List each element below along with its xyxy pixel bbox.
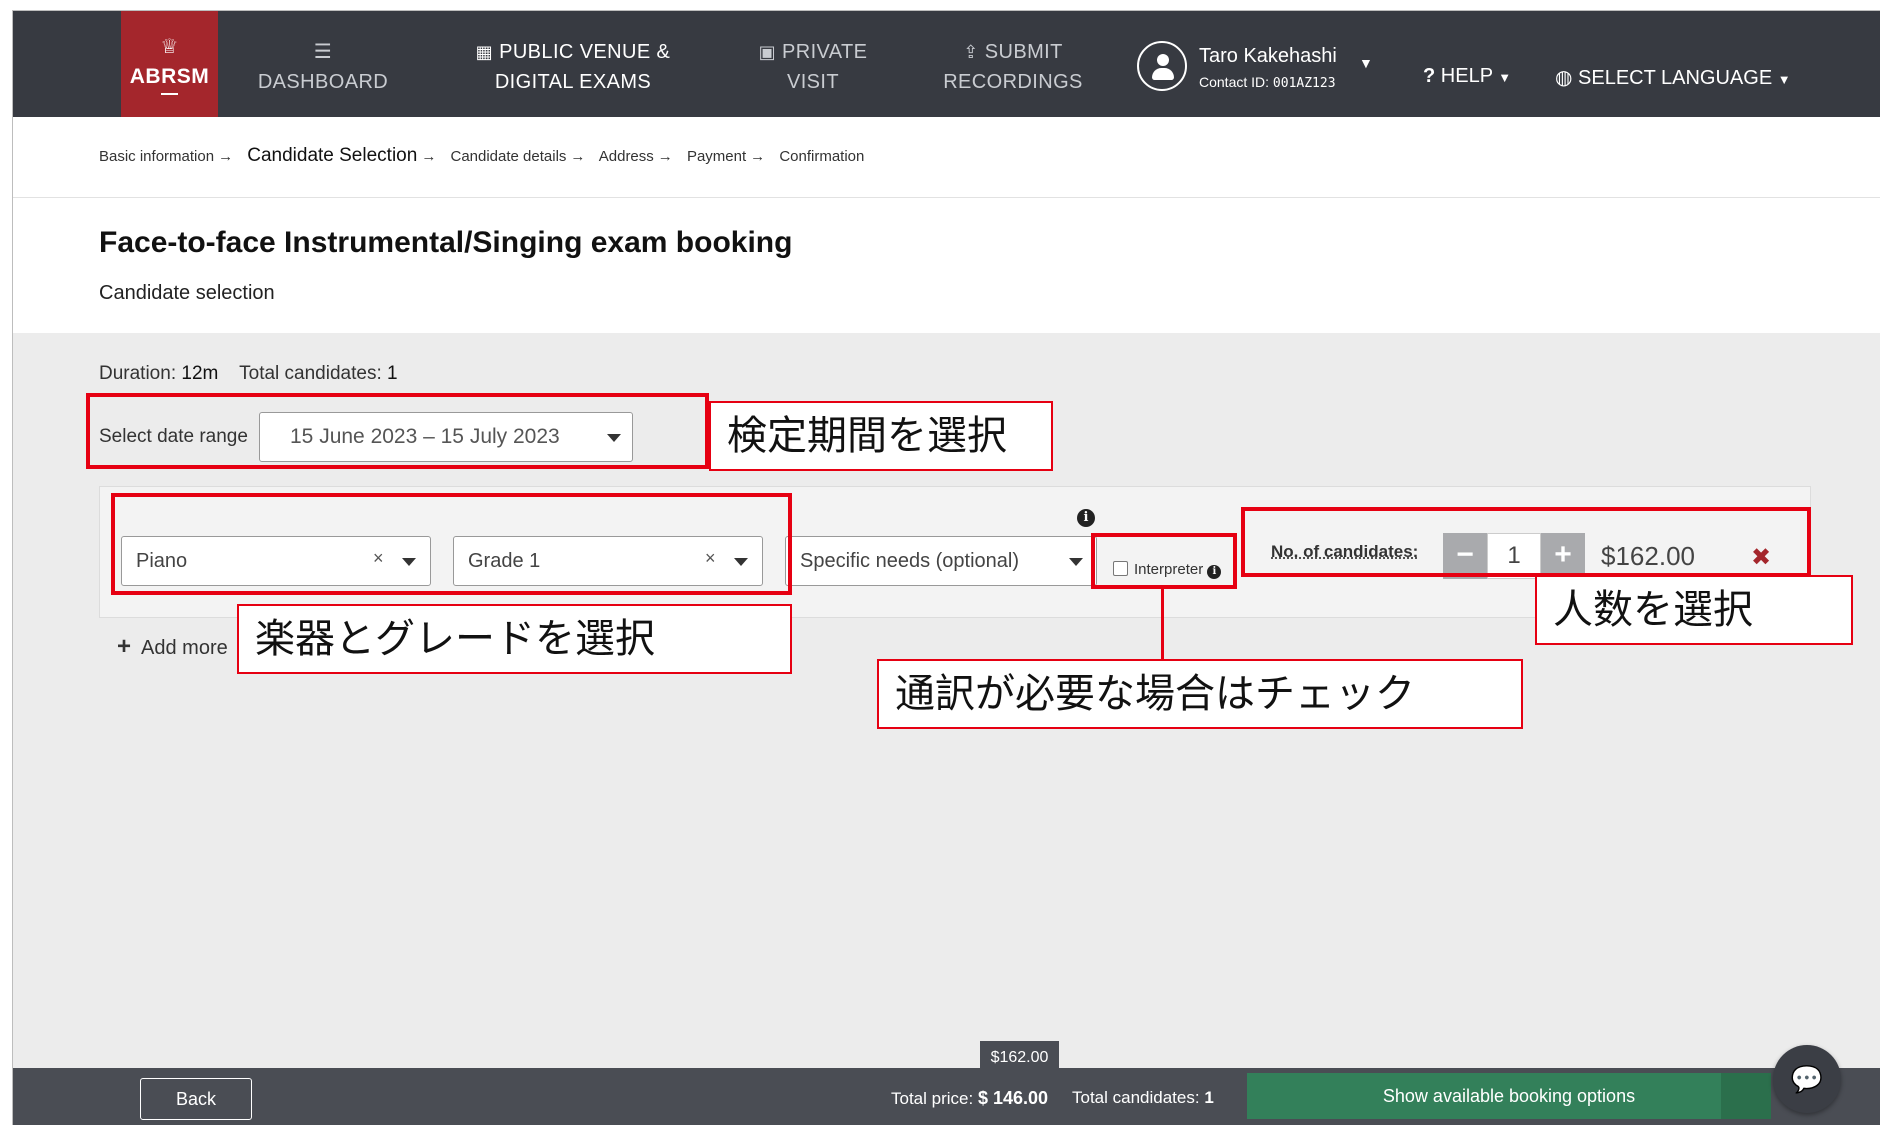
breadcrumb-candidate-selection: Candidate Selection (247, 145, 418, 166)
chevron-down-icon: ▼ (1498, 70, 1512, 85)
nav-private-visit-label-1: PRIVATE (782, 41, 868, 63)
nav-dashboard-label: DASHBOARD (257, 71, 389, 93)
chevron-down-icon: ▼ (1359, 55, 1373, 71)
add-more-label: Add more (141, 637, 228, 659)
user-menu[interactable]: Taro Kakehashi Contact ID: 001AZ123 ▼ (1137, 41, 1377, 97)
nav-private-visit-label-2: VISIT (786, 71, 839, 93)
nav-dashboard[interactable]: ☰ DASHBOARD (223, 37, 423, 97)
annotation-box-interpreter (1091, 533, 1237, 589)
annotation-leader-line (1161, 589, 1164, 659)
breadcrumb-confirmation: Confirmation (779, 148, 865, 165)
chevron-down-icon (1069, 558, 1083, 566)
specific-needs-placeholder: Specific needs (optional) (800, 550, 1020, 572)
show-booking-options-label: Show available booking options (1382, 1086, 1636, 1106)
chevron-down-icon: ▼ (1777, 72, 1791, 87)
back-button[interactable]: Back (140, 1078, 252, 1120)
footer-total-candidates-label: Total candidates: (1072, 1088, 1200, 1107)
total-candidates-label: Total candidates: (239, 363, 382, 384)
nav-submit-recordings-label-1: SUBMIT (984, 41, 1063, 63)
page-subtitle: Candidate selection (99, 282, 275, 304)
list-icon: ☰ (313, 41, 333, 63)
badge-icon: ▣ (758, 42, 776, 62)
footer-total-candidates: Total candidates: 1 (1072, 1088, 1214, 1108)
title-section: Face-to-face Instrumental/Singing exam b… (13, 198, 1880, 333)
total-price-label: Total price: (891, 1089, 974, 1108)
annotation-box-date (86, 393, 709, 469)
breadcrumb-address: Address (598, 148, 654, 165)
upload-icon: ⇪ (963, 42, 979, 62)
user-name: Taro Kakehashi (1199, 45, 1337, 67)
nav-submit-recordings[interactable]: ⇪ SUBMIT RECORDINGS (923, 37, 1103, 97)
plus-icon: + (117, 633, 132, 660)
breadcrumb-basic-information[interactable]: Basic information (99, 148, 214, 165)
total-price-value: $ 146.00 (977, 1088, 1049, 1108)
total-candidates-value: 1 (387, 363, 398, 384)
nav-public-venue-label-1: PUBLIC VENUE & (499, 41, 671, 63)
help-label: HELP (1440, 65, 1493, 87)
specific-needs-select[interactable]: Specific needs (optional) (785, 536, 1097, 586)
duration-label: Duration: (99, 363, 177, 384)
breadcrumb-payment: Payment (686, 148, 747, 165)
logo-text: ABRSM (129, 65, 210, 88)
footer-bar: Back Total price: $ 146.00 Total candida… (13, 1068, 1880, 1125)
breadcrumb-bar: Basic information → Candidate Selection → … (13, 117, 1880, 198)
nav-private-visit[interactable]: ▣ PRIVATE VISIT (733, 37, 893, 97)
abrsm-logo[interactable]: ♕ ABRSM (121, 11, 218, 117)
contact-id: Contact ID: 001AZ123 (1199, 74, 1336, 91)
breadcrumb: Basic information → Candidate Selection → … (99, 145, 865, 166)
annotation-note-instrument-grade: 楽器とグレードを選択 (237, 604, 792, 674)
chat-icon[interactable]: 💬 (1773, 1045, 1841, 1113)
help-menu[interactable]: ? HELP ▼ (1423, 65, 1511, 88)
logo-underline (161, 93, 178, 95)
show-booking-options-button[interactable]: Show available booking options (1247, 1073, 1771, 1119)
nav-public-venue[interactable]: ▦ PUBLIC VENUE & DIGITAL EXAMS (453, 37, 693, 97)
top-navigation: ♕ ABRSM ☰ DASHBOARD ▦ PUBLIC VENUE & DIGI… (13, 11, 1880, 117)
add-more-button[interactable]: + Add more (117, 633, 228, 661)
button-edge (1721, 1073, 1771, 1119)
app-window: ♕ ABRSM ☰ DASHBOARD ▦ PUBLIC VENUE & DIGI… (12, 10, 1880, 1125)
language-label: SELECT LANGUAGE (1578, 67, 1773, 89)
annotation-note-interpreter: 通訳が必要な場合はチェック (877, 659, 1523, 729)
annotation-box-count (1241, 507, 1811, 577)
nav-submit-recordings-label-2: RECORDINGS (943, 71, 1083, 93)
calendar-icon: ▦ (475, 42, 494, 62)
crown-icon: ♕ (160, 36, 179, 58)
duration-value: 12m (181, 363, 219, 384)
annotation-box-instrument-grade (111, 493, 792, 595)
annotation-note-count: 人数を選択 (1535, 575, 1853, 645)
info-icon[interactable]: i (1077, 509, 1095, 527)
annotation-note-date: 検定期間を選択 (709, 401, 1053, 471)
nav-public-venue-label-2: DIGITAL EXAMS (494, 71, 652, 93)
booking-summary: Duration: 12m Total candidates: 1 (99, 363, 398, 385)
footer-total-candidates-value: 1 (1204, 1088, 1214, 1107)
footer-total-price: Total price: $ 146.00 (891, 1088, 1048, 1109)
user-icon (1137, 41, 1187, 91)
page-title: Face-to-face Instrumental/Singing exam b… (99, 226, 793, 259)
globe-icon: ◍ (1555, 67, 1573, 89)
breadcrumb-candidate-details: Candidate details (450, 148, 567, 165)
language-menu[interactable]: ◍ SELECT LANGUAGE ▼ (1555, 65, 1791, 90)
